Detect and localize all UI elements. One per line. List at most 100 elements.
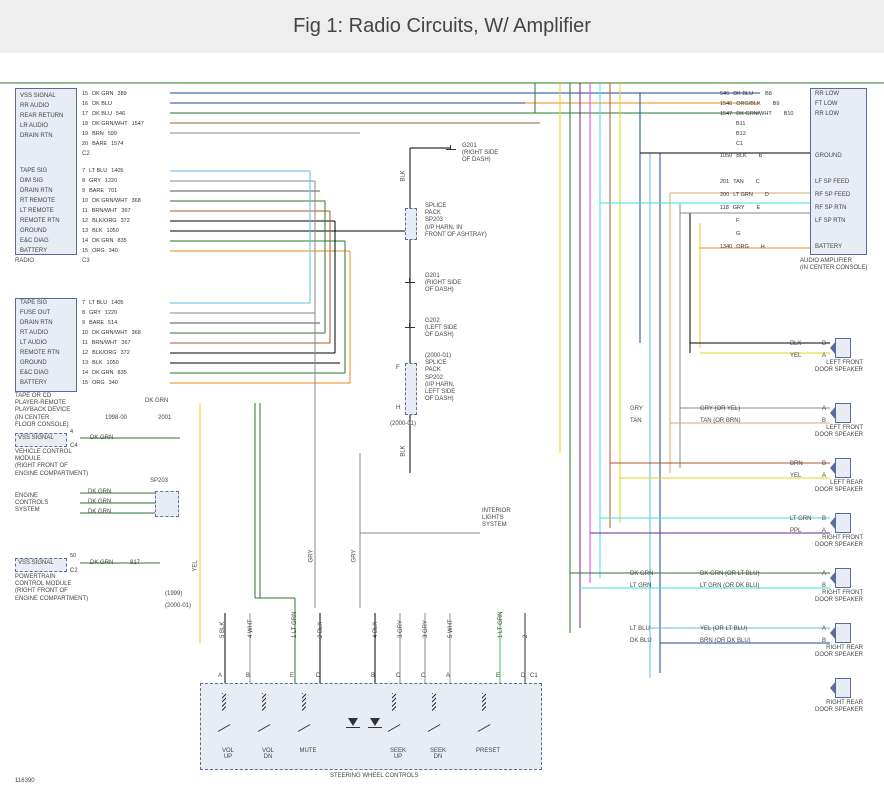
pin: 14DK GRN835	[82, 370, 127, 376]
amp-label: AUDIO AMPLIFIER (IN CENTER CONSOLE)	[800, 258, 867, 272]
amp-pin: 201TANC	[720, 179, 760, 185]
speaker-label: LEFT FRONT DOOR SPEAKER	[815, 360, 863, 374]
amp-sig: FT LOW	[815, 101, 838, 107]
sig: GROUND	[20, 228, 47, 234]
wire-color: BRN	[790, 461, 803, 467]
wire-color: TAN	[630, 418, 642, 424]
amp-sig: RF SP FEED	[815, 192, 850, 198]
speaker-label: RIGHT FRONT DOOR SPEAKER	[815, 590, 863, 604]
wire-color: LT BLU	[630, 626, 650, 632]
swc-pin-label: 4 BLK	[373, 622, 379, 638]
sig: DRAIN RTN	[20, 320, 53, 326]
amp-sig: LF SP FEED	[815, 179, 849, 185]
pin: 11BRN/WHT367	[82, 208, 131, 214]
pin: B	[822, 418, 826, 424]
sp202-label: (2000-01) SPLICE PACK SP202 (I/P HARN, L…	[425, 353, 455, 403]
sig: DIM SIG	[20, 178, 43, 184]
amp-sig: RF SP RTN	[815, 205, 846, 211]
wire-color: GRY (OR YEL)	[700, 406, 740, 412]
pin: 10DK GRN/WHT368	[82, 198, 141, 204]
sig: LR AUDIO	[20, 123, 48, 129]
amp-sig: GROUND	[815, 153, 842, 159]
sig: DRAIN RTN	[20, 188, 53, 194]
sp203-box	[155, 491, 179, 517]
yel-label: YEL	[193, 560, 199, 571]
pin: A	[822, 571, 826, 577]
wire-color: DK GRN	[630, 571, 653, 577]
wire-color: YEL (OR LT BLU)	[700, 626, 747, 632]
swc-pin-label: 2 BLK	[318, 622, 324, 638]
amp-pin: 118GRYE	[720, 205, 760, 211]
diode-base	[346, 727, 360, 728]
pcm-color: DK GRN	[90, 560, 113, 566]
pin: 16DK BLU	[82, 101, 112, 107]
resistor-icon	[432, 693, 436, 711]
pin: A	[822, 353, 826, 359]
resistor-icon	[302, 693, 306, 711]
pcm-label: POWERTRAIN CONTROL MODULE (RIGHT FRONT O…	[15, 574, 88, 603]
year-a: 1998-00	[105, 415, 127, 421]
wire-color: LT GRN	[630, 583, 651, 589]
vcm-pin: 4	[70, 429, 73, 435]
conn: C3	[82, 258, 90, 264]
sp202-box	[405, 363, 417, 415]
speaker-label: LEFT FRONT DOOR SPEAKER	[815, 425, 863, 439]
sp202-yr: (2000-01)	[390, 421, 416, 427]
pin: 9BARE701	[82, 188, 117, 194]
vcm-sig: VSS SIGNAL	[18, 435, 54, 441]
sig: E&C DIAG	[20, 238, 49, 244]
pin: B	[822, 516, 826, 522]
swc-pin-label: 3 GRY	[398, 620, 404, 638]
amp-pin: 1050BLKB	[720, 153, 762, 159]
amp-sig: BATTERY	[815, 244, 842, 250]
sig: RT REMOTE	[20, 198, 55, 204]
wire-color: LT GRN	[790, 516, 811, 522]
wire-color: YEL	[790, 473, 801, 479]
ground-icon	[404, 323, 416, 333]
ecs-w1: DK GRN	[88, 499, 111, 505]
swc-pin-sub: D	[316, 673, 320, 679]
pin: B	[822, 583, 826, 589]
amp-pin: G	[720, 231, 740, 237]
swc-conn: C1	[530, 673, 538, 679]
pcm-num: 817	[130, 560, 140, 566]
swc-button-label: VOL DN	[253, 748, 283, 760]
year2000: (2000-01)	[165, 603, 191, 609]
swc-pin-sub: C	[396, 673, 400, 679]
swc-pin-sub: C	[421, 673, 425, 679]
pin: 13BLK1050	[82, 228, 119, 234]
ecs-label: ENGINE CONTROLS SYSTEM	[15, 493, 48, 515]
resistor-icon	[222, 693, 226, 711]
sig: BATTERY	[20, 380, 47, 386]
speaker-label: RIGHT REAR DOOR SPEAKER	[815, 645, 863, 659]
speaker-label: RIGHT FRONT DOOR SPEAKER	[815, 535, 863, 549]
amp-pin: 546DK BLUB8	[720, 91, 772, 97]
speaker-icon	[835, 623, 851, 643]
speaker-icon	[835, 678, 851, 698]
tape-cd-label: TAPE OR CD PLAYER-REMOTE PLAYBACK DEVICE…	[15, 393, 70, 429]
swc-button-label: VOL UP	[213, 748, 243, 760]
swc-label: STEERING WHEEL CONTROLS	[330, 773, 418, 780]
speaker-icon	[835, 458, 851, 478]
speaker-icon	[835, 568, 851, 588]
wire-color: YEL	[790, 353, 801, 359]
blk-v: BLK	[401, 170, 407, 181]
swc-pin-sub: B	[246, 673, 250, 679]
dkgrn: DK GRN	[145, 398, 168, 404]
resistor-icon	[482, 693, 486, 711]
conn: C2	[82, 151, 90, 157]
swc-pin-label: 1 LT GRN	[498, 612, 504, 638]
pin: B	[822, 461, 826, 467]
sig: FUSE OUT	[20, 310, 50, 316]
speaker-label: RIGHT REAR DOOR SPEAKER	[815, 700, 863, 714]
swc-pin-sub: A	[446, 673, 450, 679]
swc-button-label: SEEK DN	[423, 748, 453, 760]
pin: A	[822, 473, 826, 479]
swc-pin-sub: A	[218, 673, 222, 679]
pin: 17DK BLU546	[82, 111, 125, 117]
wire-color: PPL	[790, 528, 801, 534]
amp-pin: 1546ORG/BLKB9	[720, 101, 779, 107]
sig: REAR RETURN	[20, 113, 63, 119]
wire-color: DK GRN (OR LT BLU)	[700, 571, 759, 577]
wire-overlay	[0, 53, 884, 793]
